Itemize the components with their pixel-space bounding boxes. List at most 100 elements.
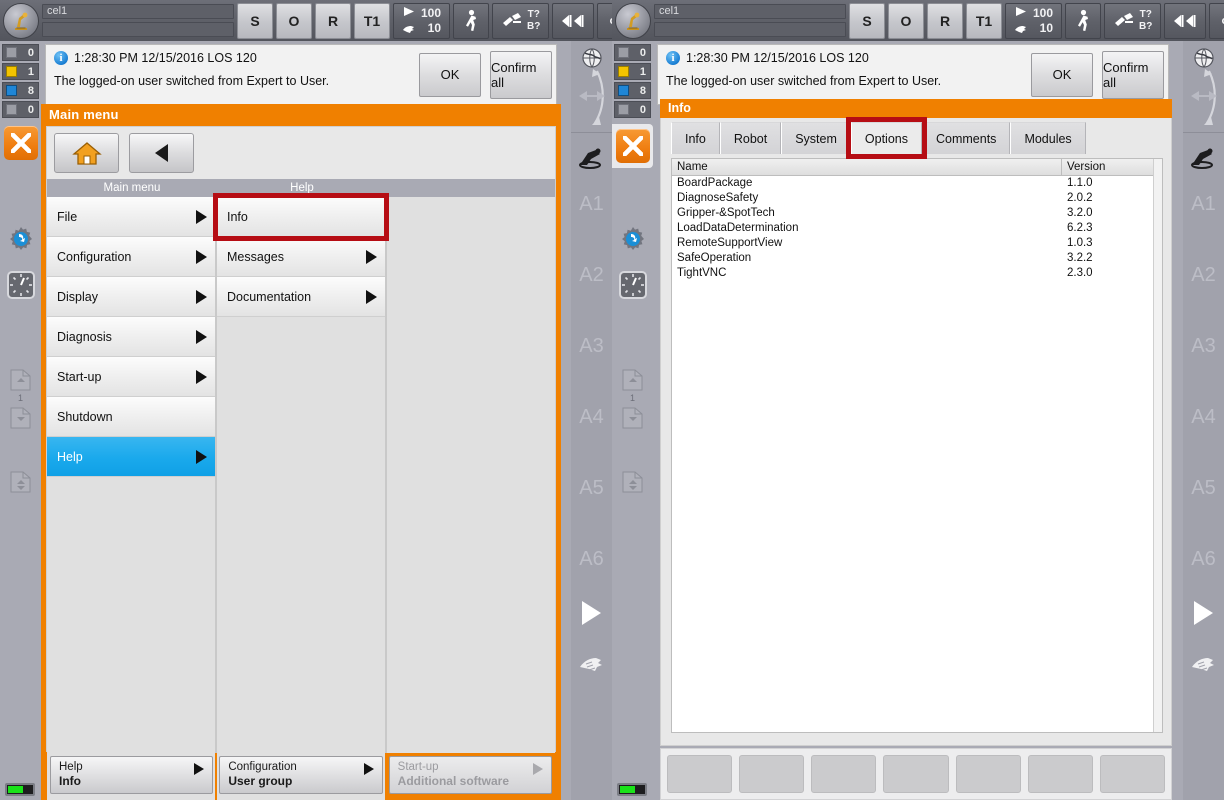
menu-item-configuration[interactable]: Configuration [47,237,215,277]
table-row[interactable]: LoadDataDetermination 6.2.3 [672,221,1162,236]
counter-acknowledge[interactable]: 0 [2,44,39,61]
override-display[interactable]: 100 10 [393,3,450,39]
counter-info[interactable]: 8 [614,82,651,99]
robot-axis-icon[interactable] [571,147,612,169]
counter-info[interactable]: 8 [2,82,39,99]
axis-label-a1[interactable]: A1 [1183,169,1224,240]
footer-button-configuration-usergroup[interactable]: Configuration User group [219,756,382,794]
submit-name-field[interactable] [654,22,846,37]
settings-gear-icon[interactable] [0,224,41,254]
menu-item-start-up[interactable]: Start-up [47,357,215,397]
close-x-icon[interactable] [4,126,38,160]
program-select-icon[interactable] [0,470,41,494]
mode-key-t1[interactable]: T1 [354,3,390,39]
status-key-r[interactable]: R [927,3,963,39]
axis-label-a4[interactable]: A4 [1183,382,1224,453]
status-key-r[interactable]: R [315,3,351,39]
motion-arc-icon[interactable] [1183,67,1224,127]
axis-label-a1[interactable]: A1 [571,169,612,240]
axis-label-a5[interactable]: A5 [571,453,612,524]
close-x-icon[interactable] [616,129,650,163]
footer-button-help-info[interactable]: Help Info [50,756,213,794]
status-key-s[interactable]: S [237,3,273,39]
motion-arc-icon[interactable] [571,67,612,127]
close-message-window[interactable] [612,124,653,168]
tab-comments[interactable]: Comments [922,122,1010,154]
clock-icon[interactable] [612,270,653,300]
softkey-2[interactable] [739,755,804,793]
submit-name-field[interactable] [42,22,234,37]
walking-person-icon[interactable] [453,3,489,39]
settings-gear-icon[interactable] [612,224,653,254]
confirm-all-button[interactable]: Confirm all [1102,51,1164,99]
axis-label-a6[interactable]: A6 [571,524,612,595]
status-key-o[interactable]: O [276,3,312,39]
status-key-o[interactable]: O [888,3,924,39]
axis-label-a4[interactable]: A4 [571,382,612,453]
message-text[interactable]: i 1:28:30 PM 12/15/2016 LOS 120 The logg… [658,45,1031,104]
softkey-1[interactable] [667,755,732,793]
counter-wait[interactable]: 0 [614,101,651,118]
confirm-all-button[interactable]: Confirm all [490,51,552,99]
counter-acknowledge[interactable]: 0 [614,44,651,61]
kuka-robot-icon[interactable] [615,3,651,39]
tab-info[interactable]: Info [671,122,720,154]
program-run-icon[interactable] [612,368,653,392]
cell-name-field[interactable]: cel1 [654,4,846,19]
tool-gripper-icon[interactable]: T? B? [1104,3,1161,39]
axis-label-a6[interactable]: A6 [1183,524,1224,595]
increment-jog-icon[interactable] [552,3,594,39]
increment-value[interactable]: ∞ [597,3,612,39]
home-icon[interactable] [54,133,119,173]
table-row[interactable]: RemoteSupportView 1.0.3 [672,236,1162,251]
message-text[interactable]: i 1:28:30 PM 12/15/2016 LOS 120 The logg… [46,45,419,104]
menu-item-diagnosis[interactable]: Diagnosis [47,317,215,357]
axis-label-a3[interactable]: A3 [1183,311,1224,382]
ok-button[interactable]: OK [419,53,481,97]
table-row[interactable]: BoardPackage 1.1.0 [672,176,1162,191]
menu-item-shutdown[interactable]: Shutdown [47,397,215,437]
axis-label-a2[interactable]: A2 [1183,240,1224,311]
ok-button[interactable]: OK [1031,53,1093,97]
table-row[interactable]: SafeOperation 3.2.2 [672,251,1162,266]
mode-key-t1[interactable]: T1 [966,3,1002,39]
axis-label-a2[interactable]: A2 [571,240,612,311]
override-display[interactable]: 100 10 [1005,3,1062,39]
world-coordinates-icon[interactable] [571,47,612,69]
kuka-robot-icon[interactable] [3,3,39,39]
walking-person-icon[interactable] [1065,3,1101,39]
axis-label-a3[interactable]: A3 [571,311,612,382]
table-scrollbar[interactable] [1153,159,1162,732]
softkey-6[interactable] [1028,755,1093,793]
menu-item-file[interactable]: File [47,197,215,237]
tab-system[interactable]: System [781,122,851,154]
softkey-5[interactable] [956,755,1021,793]
cell-name-field[interactable]: cel1 [42,4,234,19]
softkey-7[interactable] [1100,755,1165,793]
table-row[interactable]: DiagnoseSafety 2.0.2 [672,191,1162,206]
help-item-messages[interactable]: Messages [217,237,385,277]
close-message-window[interactable] [2,124,40,162]
program-step-icon[interactable] [612,406,653,430]
counter-wait[interactable]: 0 [2,101,39,118]
status-key-s[interactable]: S [849,3,885,39]
help-item-info[interactable]: Info [217,197,385,237]
world-coordinates-icon[interactable] [1183,47,1224,69]
menu-item-display[interactable]: Display [47,277,215,317]
tab-robot[interactable]: Robot [720,122,781,154]
program-step-icon[interactable] [0,406,41,430]
counter-warning[interactable]: 1 [614,63,651,80]
clock-icon[interactable] [0,270,41,300]
program-run-icon[interactable] [0,368,41,392]
increment-jog-icon[interactable] [1164,3,1206,39]
hand-override-icon[interactable] [578,655,606,680]
tool-gripper-icon[interactable]: T? B? [492,3,549,39]
table-row[interactable]: Gripper-&SpotTech 3.2.0 [672,206,1162,221]
tab-options[interactable]: Options [851,122,922,154]
counter-warning[interactable]: 1 [2,63,39,80]
help-item-documentation[interactable]: Documentation [217,277,385,317]
table-row[interactable]: TightVNC 2.3.0 [672,266,1162,281]
menu-item-help[interactable]: Help [47,437,215,477]
jog-plus-icon[interactable] [582,601,601,625]
back-arrow-icon[interactable] [129,133,194,173]
